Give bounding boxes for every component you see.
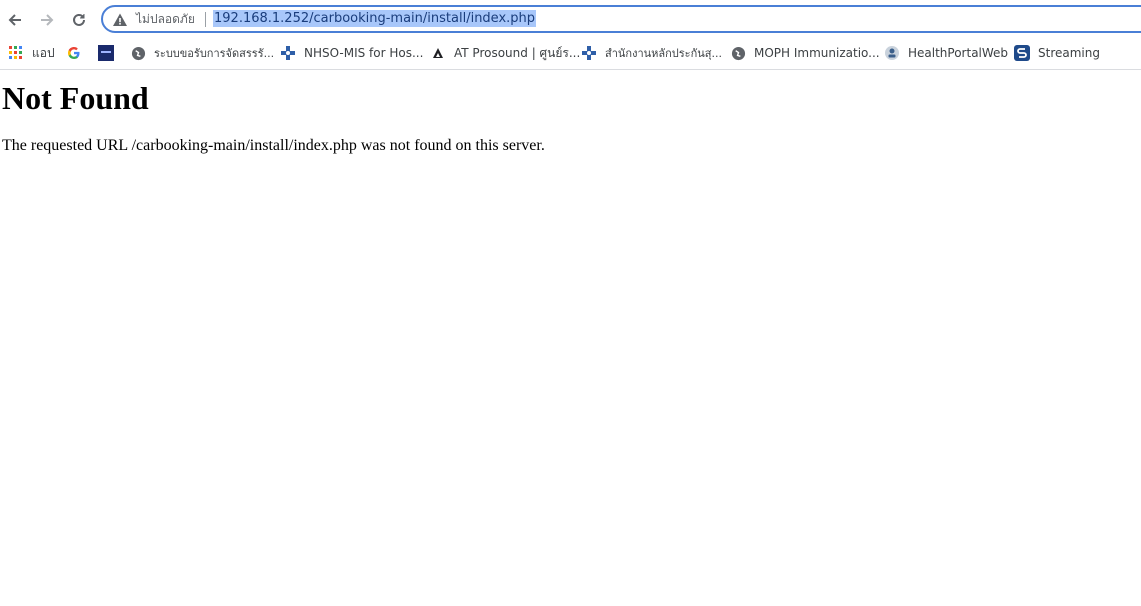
- bookmark-label: AT Prosound | ศูนย์ร...: [454, 45, 581, 60]
- bookmark-label: แอป: [32, 45, 55, 60]
- url-text[interactable]: 192.168.1.252/carbooking-main/install/in…: [213, 10, 537, 27]
- bookmark-item-8[interactable]: HealthPortalWeb: [884, 44, 1008, 62]
- page-content: Not Found The requested URL /carbooking-…: [2, 72, 1141, 155]
- bookmark-item-9[interactable]: Streaming: [1014, 44, 1100, 62]
- forward-button[interactable]: [35, 8, 59, 32]
- bookmark-label: สำนักงานหลักประกันสุ...: [605, 47, 722, 60]
- globe-icon: [130, 45, 146, 61]
- arrow-left-icon: [8, 14, 21, 26]
- bookmark-item-6[interactable]: สำนักงานหลักประกันสุ...: [581, 44, 722, 62]
- error-message: The requested URL /carbooking-main/insta…: [2, 137, 545, 154]
- bookmark-label: NHSO-MIS for Hos...: [304, 46, 424, 60]
- google-icon: [66, 45, 82, 61]
- nhso-icon: [280, 45, 296, 61]
- bookmark-item-7[interactable]: MOPH Immunizatio...: [730, 44, 880, 62]
- browser-toolbar: ไม่ปลอดภัย 192.168.1.252/carbooking-main…: [0, 0, 1141, 38]
- reload-icon: [73, 13, 85, 26]
- bookmark-site[interactable]: [98, 44, 122, 62]
- bookmark-item-3[interactable]: ระบบขอรับการจัดสรรรั...: [130, 44, 274, 62]
- health-portal-icon: [884, 45, 900, 61]
- back-button[interactable]: [3, 8, 27, 32]
- bookmark-label: HealthPortalWeb: [908, 46, 1009, 60]
- security-label[interactable]: ไม่ปลอดภัย: [136, 11, 195, 27]
- site-logo-icon: [98, 45, 114, 61]
- apps-grid-icon: [8, 45, 24, 61]
- reload-button[interactable]: [67, 8, 91, 32]
- page-title: Not Found: [2, 80, 149, 116]
- bookmark-label: ระบบขอรับการจัดสรรรั...: [154, 47, 275, 60]
- globe-icon: [730, 45, 746, 61]
- bookmark-apps[interactable]: แอป: [8, 44, 55, 62]
- bookmark-google[interactable]: [66, 44, 90, 62]
- bookmark-label: MOPH Immunizatio...: [754, 46, 880, 60]
- triangle-logo-icon: [430, 45, 446, 61]
- address-bar[interactable]: ไม่ปลอดภัย 192.168.1.252/carbooking-main…: [101, 5, 1141, 33]
- bookmark-item-5[interactable]: AT Prosound | ศูนย์ร...: [430, 44, 580, 62]
- warning-icon: [113, 13, 127, 26]
- address-separator: [205, 12, 206, 27]
- streaming-icon: [1014, 45, 1030, 61]
- bookmark-label: Streaming: [1038, 46, 1100, 60]
- arrow-right-icon: [41, 14, 54, 26]
- bookmark-item-4[interactable]: NHSO-MIS for Hos...: [280, 44, 423, 62]
- nhso-icon: [581, 45, 597, 61]
- bookmarks-bar: แอป ระบบขอรับการจัดสรรรั... NHSO-MIS for…: [0, 38, 1141, 70]
